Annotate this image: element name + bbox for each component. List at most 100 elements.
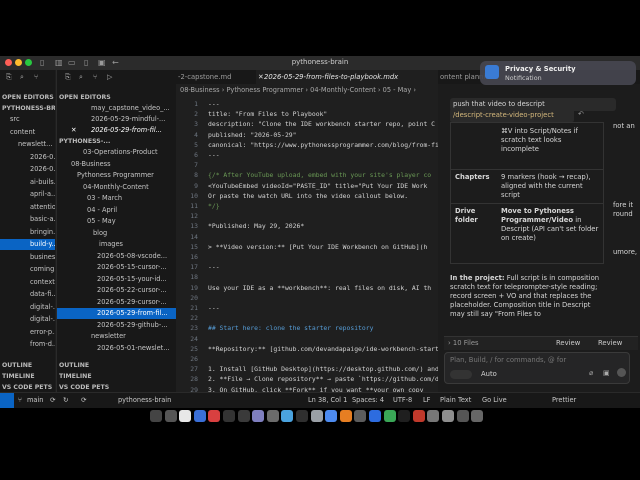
open-editor-item[interactable]: 2026-05-29-mindful-...: [57, 114, 177, 125]
end-of-line[interactable]: LF: [423, 396, 430, 404]
dock-app-icon[interactable]: [237, 410, 250, 422]
dock-app-icon[interactable]: [310, 410, 323, 422]
prettier-status[interactable]: Prettier: [552, 396, 576, 404]
dock-app-icon[interactable]: [398, 410, 411, 422]
split-layout-icon[interactable]: ▥: [55, 58, 63, 67]
dock-app-icon[interactable]: [442, 410, 454, 422]
explorer-item[interactable]: attentio...: [0, 202, 55, 213]
code-line[interactable]: Or paste the watch URL into the video ca…: [208, 192, 408, 200]
source-control-icon[interactable]: ⑂: [34, 73, 38, 81]
open-editor-item-active[interactable]: ✕ 2026-05-29-from-fil...: [57, 125, 177, 136]
dock-app-icon[interactable]: [456, 410, 469, 422]
code-line[interactable]: 1. Install [GitHub Desktop](https://desk…: [208, 365, 438, 373]
cursor-position[interactable]: Ln 38, Col 1: [308, 396, 347, 404]
open-editors-header[interactable]: OPEN EDITORS: [57, 92, 177, 103]
code-line[interactable]: **Repository:** [github.com/devandapaige…: [208, 345, 438, 353]
tree-item[interactable]: images: [57, 239, 177, 250]
dock-app-icon[interactable]: [223, 410, 235, 422]
code-line[interactable]: published: "2026-05-29": [208, 131, 297, 139]
sidebar-toggle-icon[interactable]: ▯: [84, 58, 88, 67]
tree-item[interactable]: 04-Monthly-Content: [57, 182, 177, 193]
tab-from-files-to-playbook[interactable]: ✕ 2026-05-29-from-files-to-playbook.mdx: [256, 70, 438, 84]
explorer-item[interactable]: basic-a...: [0, 214, 55, 225]
explorer-item[interactable]: build-y...: [0, 239, 55, 250]
dock-app-icon[interactable]: [193, 410, 206, 422]
explorer-item[interactable]: 2026-0...: [0, 164, 55, 175]
mode-dropdown[interactable]: Auto: [481, 370, 497, 379]
dock-app-icon[interactable]: [150, 410, 162, 422]
explorer-item[interactable]: data-fi...: [0, 289, 55, 300]
send-button[interactable]: [617, 368, 626, 377]
image-icon[interactable]: ▣: [603, 369, 610, 377]
code-line[interactable]: *Published: May 29, 2026*: [208, 222, 304, 230]
code-line[interactable]: */}: [208, 202, 220, 210]
code-line[interactable]: title: "From Files to Playbook": [208, 110, 327, 118]
layout-icon[interactable]: ▣: [98, 58, 106, 67]
review-button[interactable]: Review: [556, 339, 580, 348]
tree-item[interactable]: 2026-05-29-github-...: [57, 320, 177, 331]
code-line[interactable]: > **Video version:** [Put Your IDE Workb…: [208, 243, 427, 251]
dock-app-icon[interactable]: [296, 410, 308, 422]
code-line[interactable]: ## Start here: clone the starter reposit…: [208, 324, 373, 332]
undo-icon[interactable]: ↶: [578, 110, 584, 118]
open-editors-header[interactable]: OPEN EDITORS: [0, 92, 55, 103]
tree-item[interactable]: 2026-05-08-vscode...: [57, 251, 177, 262]
infinity-toggle[interactable]: [450, 370, 472, 379]
timeline-header[interactable]: TIMELINE: [57, 371, 177, 382]
dock-app-icon[interactable]: [252, 410, 265, 422]
dock-app-icon[interactable]: [369, 410, 381, 422]
tree-item[interactable]: 04 - April: [57, 205, 177, 216]
tree-item[interactable]: 2026-05-22-cursor-...: [57, 285, 177, 296]
code-line[interactable]: ---: [208, 304, 220, 312]
explorer-item[interactable]: content: [0, 127, 55, 138]
tree-item[interactable]: blog: [57, 228, 177, 239]
explorer-item[interactable]: 2026-0...: [0, 152, 55, 163]
outline-header[interactable]: OUTLINE: [0, 360, 55, 371]
dock-app-icon[interactable]: [179, 410, 192, 422]
sidebar-toggle-icon[interactable]: ▯: [40, 58, 44, 67]
explorer-item[interactable]: busines...: [0, 252, 55, 263]
outline-header[interactable]: OUTLINE: [57, 360, 177, 371]
search-icon[interactable]: ⌕: [79, 73, 83, 82]
explorer-item[interactable]: ai-buils...: [0, 177, 55, 188]
tree-item[interactable]: Pythoness Programmer: [57, 170, 177, 181]
explorer-item[interactable]: digital-...: [0, 314, 55, 325]
go-live-button[interactable]: Go Live: [482, 396, 507, 404]
code-line[interactable]: 2. **File → Clone repository** → paste `…: [208, 375, 438, 383]
tree-item[interactable]: 2026-05-01-newslet...: [57, 343, 177, 354]
tree-item[interactable]: 03-Operations-Product: [57, 147, 177, 158]
search-icon[interactable]: ⌕: [20, 73, 24, 82]
remote-indicator[interactable]: [0, 393, 14, 408]
run-debug-icon[interactable]: ▷: [107, 73, 112, 81]
sync-icon[interactable]: ⟳: [81, 396, 87, 404]
files-icon[interactable]: ⎘: [65, 73, 71, 82]
tree-item[interactable]: newsletter: [57, 331, 177, 342]
zoom-window-button[interactable]: [25, 59, 32, 66]
back-arrow-icon[interactable]: ←: [112, 58, 119, 67]
explorer-item[interactable]: april-a...: [0, 189, 55, 200]
close-icon[interactable]: ✕: [71, 125, 77, 136]
refresh-icon[interactable]: ↻: [63, 396, 69, 404]
explorer-item[interactable]: digital-...: [0, 302, 55, 313]
code-line[interactable]: <YouTubeEmbed videoId="PASTE_ID" title="…: [208, 182, 427, 190]
tree-item[interactable]: 03 - March: [57, 193, 177, 204]
workspace-header[interactable]: PYTHONESS-BR...: [0, 103, 55, 114]
dock-app-icon[interactable]: [427, 410, 440, 422]
dock-app-icon[interactable]: [164, 410, 177, 422]
workspace-name[interactable]: pythoness-brain: [118, 396, 171, 404]
review-button[interactable]: Review: [598, 339, 622, 348]
panel-layout-icon[interactable]: ▭: [68, 58, 76, 67]
tree-item[interactable]: 2026-05-29-from-fil...: [57, 308, 177, 319]
chat-input[interactable]: Plan, Build, / for commands, @ for Auto …: [444, 352, 630, 384]
notification-banner[interactable]: Privacy & Security Notification: [480, 61, 636, 85]
minimize-window-button[interactable]: [15, 59, 22, 66]
vs-code-pets-header[interactable]: VS CODE PETS: [57, 382, 177, 392]
code-line[interactable]: ---: [208, 100, 220, 108]
close-window-button[interactable]: [5, 59, 12, 66]
branch-name[interactable]: main: [27, 396, 43, 404]
timeline-header[interactable]: TIMELINE: [0, 371, 55, 382]
tree-item[interactable]: 2026-05-29-cursor-...: [57, 297, 177, 308]
code-line[interactable]: ---: [208, 151, 220, 159]
explorer-item[interactable]: error-p...: [0, 327, 55, 338]
explorer-item[interactable]: newslett...: [0, 139, 55, 150]
